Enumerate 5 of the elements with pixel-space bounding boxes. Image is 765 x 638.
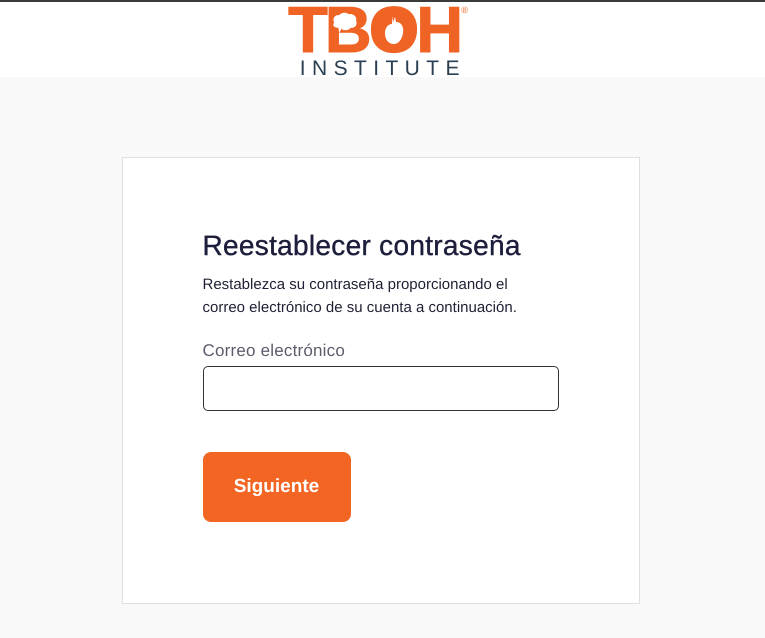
- email-label: Correo electrónico: [202, 341, 345, 361]
- next-button[interactable]: Siguiente: [202, 452, 350, 522]
- form-title: Reestablecer contraseña: [202, 230, 521, 262]
- form-description: Restablezca su contraseña proporcionando el correo electrónico de su cuenta a continuación.: [202, 275, 518, 318]
- email-input-field[interactable]: [202, 366, 558, 411]
